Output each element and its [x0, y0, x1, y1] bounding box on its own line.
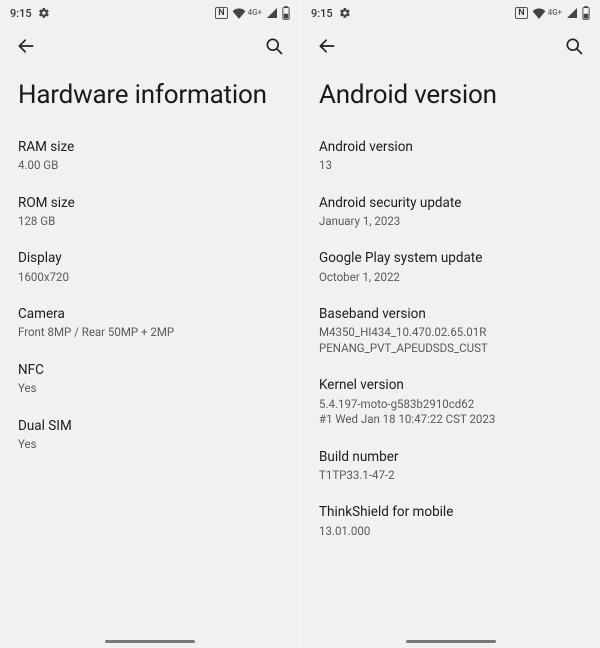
- status-left: 9:15: [10, 7, 50, 20]
- screen-hardware-info: 9:15 N 4G+ Hardware information: [0, 0, 300, 648]
- item-value: Front 8MP / Rear 50MP + 2MP: [18, 325, 282, 341]
- list-item[interactable]: ROM size 128 GB: [18, 194, 282, 230]
- gesture-nav-handle[interactable]: [105, 640, 195, 643]
- list-item[interactable]: Kernel version 5.4.197-moto-g583b2910cd6…: [319, 376, 582, 427]
- item-label: Kernel version: [319, 376, 582, 394]
- list-item[interactable]: Baseband version M4350_HI434_10.470.02.6…: [319, 305, 582, 356]
- search-button[interactable]: [562, 34, 586, 58]
- search-button[interactable]: [262, 34, 286, 58]
- item-value: 13.01.000: [319, 524, 582, 540]
- item-value: 1600x720: [18, 270, 282, 286]
- item-value: January 1, 2023: [319, 214, 582, 230]
- item-value: 5.4.197-moto-g583b2910cd62 #1 Wed Jan 18…: [319, 397, 582, 428]
- nfc-icon: N: [215, 7, 227, 19]
- item-value: 4.00 GB: [18, 158, 282, 174]
- item-value: 128 GB: [18, 214, 282, 230]
- status-bar: 9:15 N 4G+: [0, 0, 300, 26]
- item-label: Display: [18, 249, 282, 267]
- list-item[interactable]: Dual SIM Yes: [18, 417, 282, 453]
- page-title: Hardware information: [18, 80, 282, 110]
- back-button[interactable]: [315, 34, 339, 58]
- list-item[interactable]: Build number T1TP33.1-47-2: [319, 448, 582, 484]
- list-item[interactable]: Camera Front 8MP / Rear 50MP + 2MP: [18, 305, 282, 341]
- item-label: Google Play system update: [319, 249, 582, 267]
- page-title: Android version: [319, 80, 582, 110]
- battery-icon: [282, 6, 290, 20]
- status-time: 9:15: [311, 7, 333, 20]
- list-item[interactable]: RAM size 4.00 GB: [18, 138, 282, 174]
- content-area: Android version Android version 13 Andro…: [301, 66, 600, 648]
- signal-icon: [266, 7, 278, 19]
- item-label: Baseband version: [319, 305, 582, 323]
- top-app-bar: [301, 26, 600, 66]
- signal-icon: [566, 7, 578, 19]
- item-label: ROM size: [18, 194, 282, 212]
- list-item[interactable]: ThinkShield for mobile 13.01.000: [319, 503, 582, 539]
- item-value: Yes: [18, 437, 282, 453]
- status-right: N 4G+: [215, 6, 290, 20]
- gear-icon: [339, 7, 351, 19]
- gear-icon: [38, 7, 50, 19]
- battery-icon: [582, 6, 590, 20]
- status-bar: 9:15 N 4G+: [301, 0, 600, 26]
- status-right: N 4G+: [515, 6, 590, 20]
- screen-android-version: 9:15 N 4G+ Android version: [300, 0, 600, 648]
- item-value: October 1, 2022: [319, 270, 582, 286]
- item-label: NFC: [18, 361, 282, 379]
- item-value: 13: [319, 158, 582, 174]
- item-label: Dual SIM: [18, 417, 282, 435]
- item-value: T1TP33.1-47-2: [319, 468, 582, 484]
- item-label: Build number: [319, 448, 582, 466]
- list-item[interactable]: Display 1600x720: [18, 249, 282, 285]
- list-item[interactable]: NFC Yes: [18, 361, 282, 397]
- item-label: ThinkShield for mobile: [319, 503, 582, 521]
- wifi-icon: [232, 7, 246, 19]
- wifi-icon: [532, 7, 546, 19]
- item-label: Android version: [319, 138, 582, 156]
- network-type: 4G+: [248, 9, 262, 17]
- content-area: Hardware information RAM size 4.00 GB RO…: [0, 66, 300, 648]
- item-value: Yes: [18, 381, 282, 397]
- list-item[interactable]: Google Play system update October 1, 202…: [319, 249, 582, 285]
- list-item[interactable]: Android security update January 1, 2023: [319, 194, 582, 230]
- item-value: M4350_HI434_10.470.02.65.01R PENANG_PVT_…: [319, 325, 582, 356]
- list-item[interactable]: Android version 13: [319, 138, 582, 174]
- item-label: RAM size: [18, 138, 282, 156]
- top-app-bar: [0, 26, 300, 66]
- back-button[interactable]: [14, 34, 38, 58]
- status-left: 9:15: [311, 7, 351, 20]
- nfc-icon: N: [515, 7, 527, 19]
- item-label: Android security update: [319, 194, 582, 212]
- network-type: 4G+: [548, 9, 562, 17]
- gesture-nav-handle[interactable]: [406, 640, 496, 643]
- item-label: Camera: [18, 305, 282, 323]
- status-time: 9:15: [10, 7, 32, 20]
